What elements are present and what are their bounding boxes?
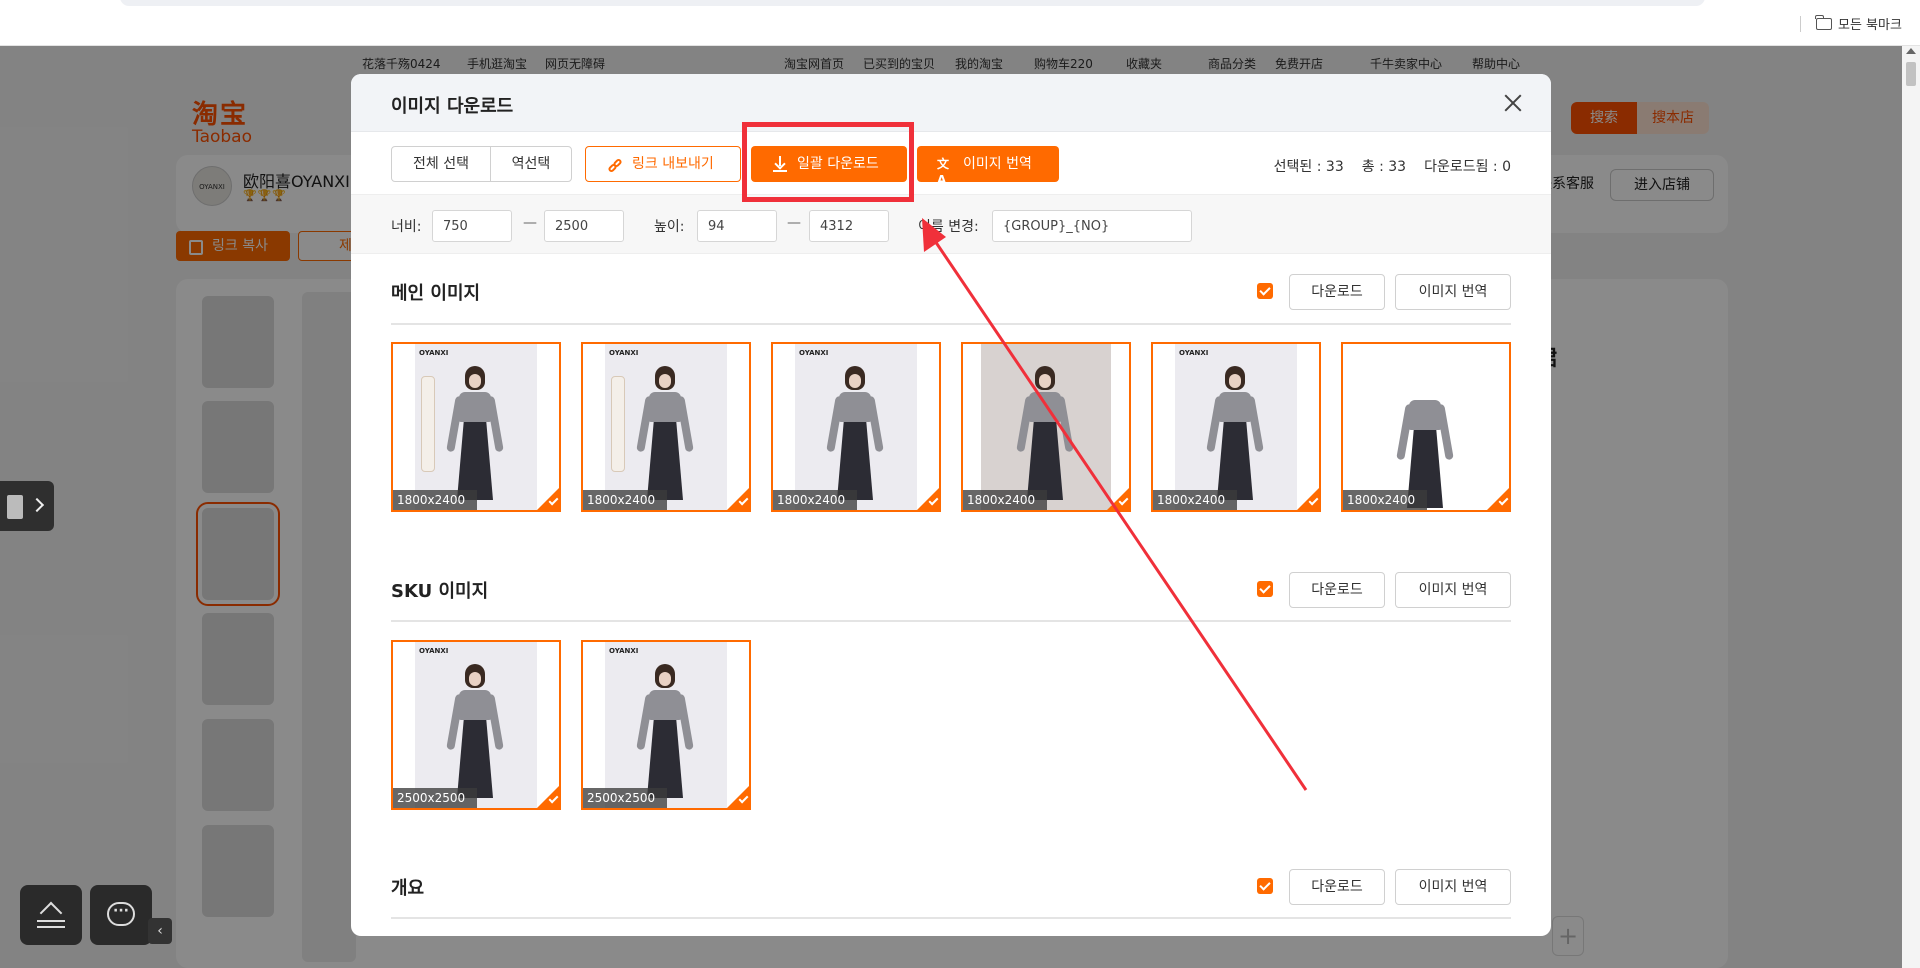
arrow-head xyxy=(922,218,946,252)
annotation-arrow xyxy=(922,218,1308,791)
arrow-shaft xyxy=(931,237,1308,791)
